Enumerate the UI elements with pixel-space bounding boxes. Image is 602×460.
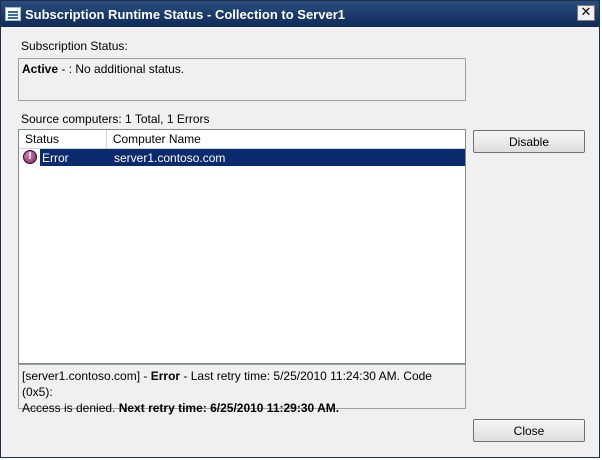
details-line-2: Access is denied. Next retry time: 6/25/… [22,400,462,416]
error-icon: ! [23,150,37,164]
subscription-status-label: Subscription Status: [21,39,128,53]
column-header-status[interactable]: Status [19,130,107,148]
close-icon[interactable]: ✕ [577,5,595,21]
error-details-box: [server1.contoso.com] - Error - Last ret… [18,364,466,415]
row-status: Error [42,150,69,165]
details-computer: [server1.contoso.com] - [22,369,151,383]
details-error-message: Access is denied. [22,401,119,415]
window-title: Subscription Runtime Status - Collection… [25,6,345,22]
subscription-status-box: Active - : No additional status. [18,58,466,101]
list-header: Status Computer Name [19,130,465,149]
column-header-computer-name[interactable]: Computer Name [107,130,465,148]
close-button[interactable]: Close [473,419,585,442]
row-computer-name: server1.contoso.com [114,150,226,165]
details-status: Error [150,369,181,383]
selected-row-content[interactable]: Error server1.contoso.com [40,149,465,166]
details-next-retry: Next retry time: 6/25/2010 11:29:30 AM. [118,401,340,415]
disable-button[interactable]: Disable [473,130,585,153]
details-line-1: [server1.contoso.com] - Error - Last ret… [22,368,462,400]
title-bar[interactable]: Subscription Runtime Status - Collection… [1,1,599,27]
subscription-status-message: No additional status. [75,62,185,76]
subscription-state: Active [22,62,59,76]
status-separator: - : [58,62,76,76]
subscription-runtime-status-dialog: Subscription Runtime Status - Collection… [0,0,600,458]
source-computers-list[interactable]: Status Computer Name ! Error server1.con… [18,129,466,364]
window-icon [5,7,21,21]
status-icon-cell: ! [20,149,40,166]
source-computers-summary: Source computers: 1 Total, 1 Errors [21,112,210,126]
list-row[interactable]: ! Error server1.contoso.com [20,149,465,166]
